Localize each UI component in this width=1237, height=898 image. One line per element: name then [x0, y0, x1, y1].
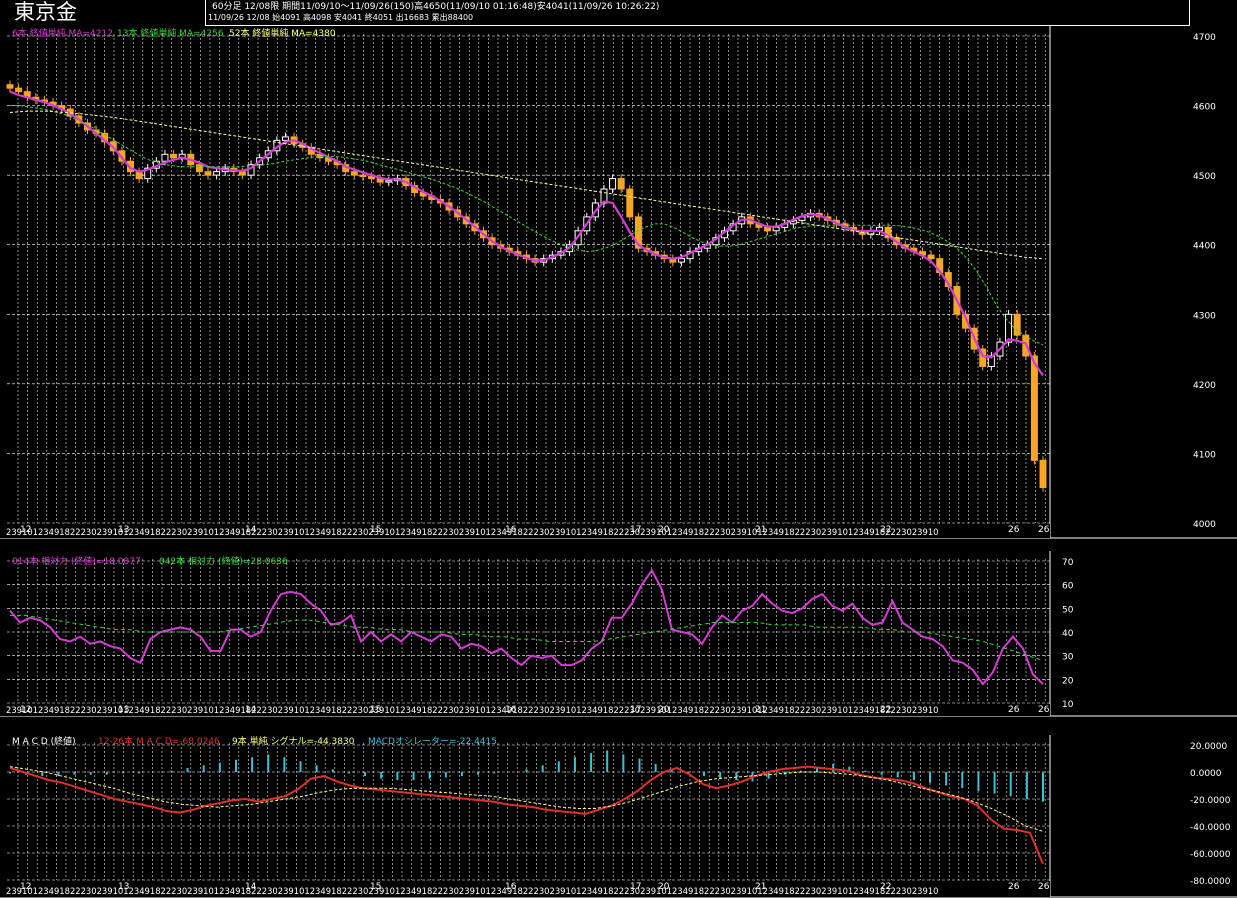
candle-body — [6, 84, 14, 89]
macd-legend-label: 9本 単純 シグナル=-44.3830 — [232, 735, 355, 747]
price-y-tick: 4400 — [1193, 242, 1216, 252]
hour-labels: 2391012349182223023910123491822230239101… — [6, 886, 938, 896]
candle-body — [170, 153, 178, 159]
macd-legend-label: M A C D (終値) — [12, 735, 76, 747]
date-label: 26 — [1008, 882, 1020, 892]
candle-body — [772, 226, 780, 232]
candle-body — [281, 136, 289, 141]
price-y-tick: 4000 — [1193, 520, 1216, 530]
candle-body — [195, 164, 203, 173]
macd-legend-label: MACDオシレーター=-22.4415 — [368, 736, 497, 747]
macd-y-tick: 20.0000 — [1190, 742, 1227, 752]
macd-y-tick: -60.0000 — [1190, 850, 1231, 860]
price-y-tick: 4700 — [1193, 33, 1216, 43]
ma-legend-label: 13本 終値単純 MA=4256 — [117, 27, 224, 39]
macd-y-tick: -40.0000 — [1190, 823, 1231, 833]
rsi-y-tick: 40 — [1062, 629, 1074, 639]
candle-body — [161, 153, 169, 162]
macd-y-tick: -80.0000 — [1190, 877, 1231, 887]
hour-labels: 2391012349182223023910123491822230239101… — [6, 705, 938, 715]
price-y-tick: 4200 — [1193, 381, 1216, 391]
price-y-tick: 4300 — [1193, 311, 1216, 321]
date-label: 26 — [1038, 525, 1050, 535]
price-y-tick: 4600 — [1193, 103, 1216, 113]
ma-legend-label: 6本 終値単純 MA=4212 — [12, 27, 113, 39]
chart-canvas[interactable]: 4700 4600 4500 4400 4300 4200 4100 4000 70 60 50 40… — [0, 0, 1237, 898]
candle-body — [1039, 459, 1047, 489]
candle-body — [626, 188, 634, 218]
hour-labels: 2391012349182223023910123491822230239101… — [6, 527, 938, 537]
page-title: 東京金 — [14, 0, 77, 24]
rsi-legend-label: 014本 相対力 (終値)=18.0877 — [12, 555, 141, 567]
rsi-y-tick: 30 — [1062, 653, 1074, 663]
rsi-y-tick: 50 — [1062, 605, 1074, 615]
candle-body — [677, 258, 685, 263]
candle-body — [764, 226, 772, 232]
info-period-text: 60分足 12/08限 期間11/09/10～11/09/26(150)高465… — [212, 2, 660, 12]
rsi-y-tick: 10 — [1062, 700, 1074, 710]
candle-body — [204, 171, 212, 176]
date-label: 26 — [1008, 705, 1020, 715]
ma13-line — [10, 105, 1044, 346]
date-label: 26 — [1038, 705, 1050, 715]
candle-body — [359, 174, 367, 178]
date-label: 26 — [1038, 882, 1050, 892]
rsi-y-tick: 70 — [1062, 558, 1074, 568]
ma-legend-label: 52本 終値単純 MA=4380 — [229, 27, 336, 39]
price-y-tick: 4100 — [1193, 450, 1216, 460]
candle-body — [1030, 355, 1038, 461]
rsi-y-tick: 20 — [1062, 676, 1074, 686]
axis-area — [1050, 551, 1237, 716]
candle-body — [927, 254, 935, 260]
candle-body — [1013, 313, 1021, 336]
date-label: 26 — [1008, 525, 1020, 535]
candle-body — [213, 171, 221, 176]
candle-body — [15, 87, 23, 93]
macd-y-tick: 0.0000 — [1190, 769, 1222, 779]
candle-body — [609, 178, 617, 190]
candle-body — [1005, 313, 1013, 343]
candle-body — [350, 171, 358, 176]
macd-y-tick: -20.0000 — [1190, 796, 1231, 806]
candle-body — [617, 178, 625, 190]
candle-body — [385, 180, 393, 183]
candle-body — [238, 171, 246, 176]
ma52-line — [9, 110, 1044, 260]
rsi-y-tick: 60 — [1062, 582, 1074, 592]
rsi42-line — [10, 614, 1044, 661]
price-y-tick: 4500 — [1193, 172, 1216, 182]
info-ohlc-text: 11/09/26 12/08 始4091 高4098 安4041 終4051 出… — [208, 13, 474, 22]
rsi-legend-label: 042本 相対力 (終値)=28.0636 — [159, 555, 288, 567]
macd-legend-label: 12-26本 M A C D=-68.0246 — [98, 735, 220, 747]
axis-area — [1050, 735, 1237, 897]
